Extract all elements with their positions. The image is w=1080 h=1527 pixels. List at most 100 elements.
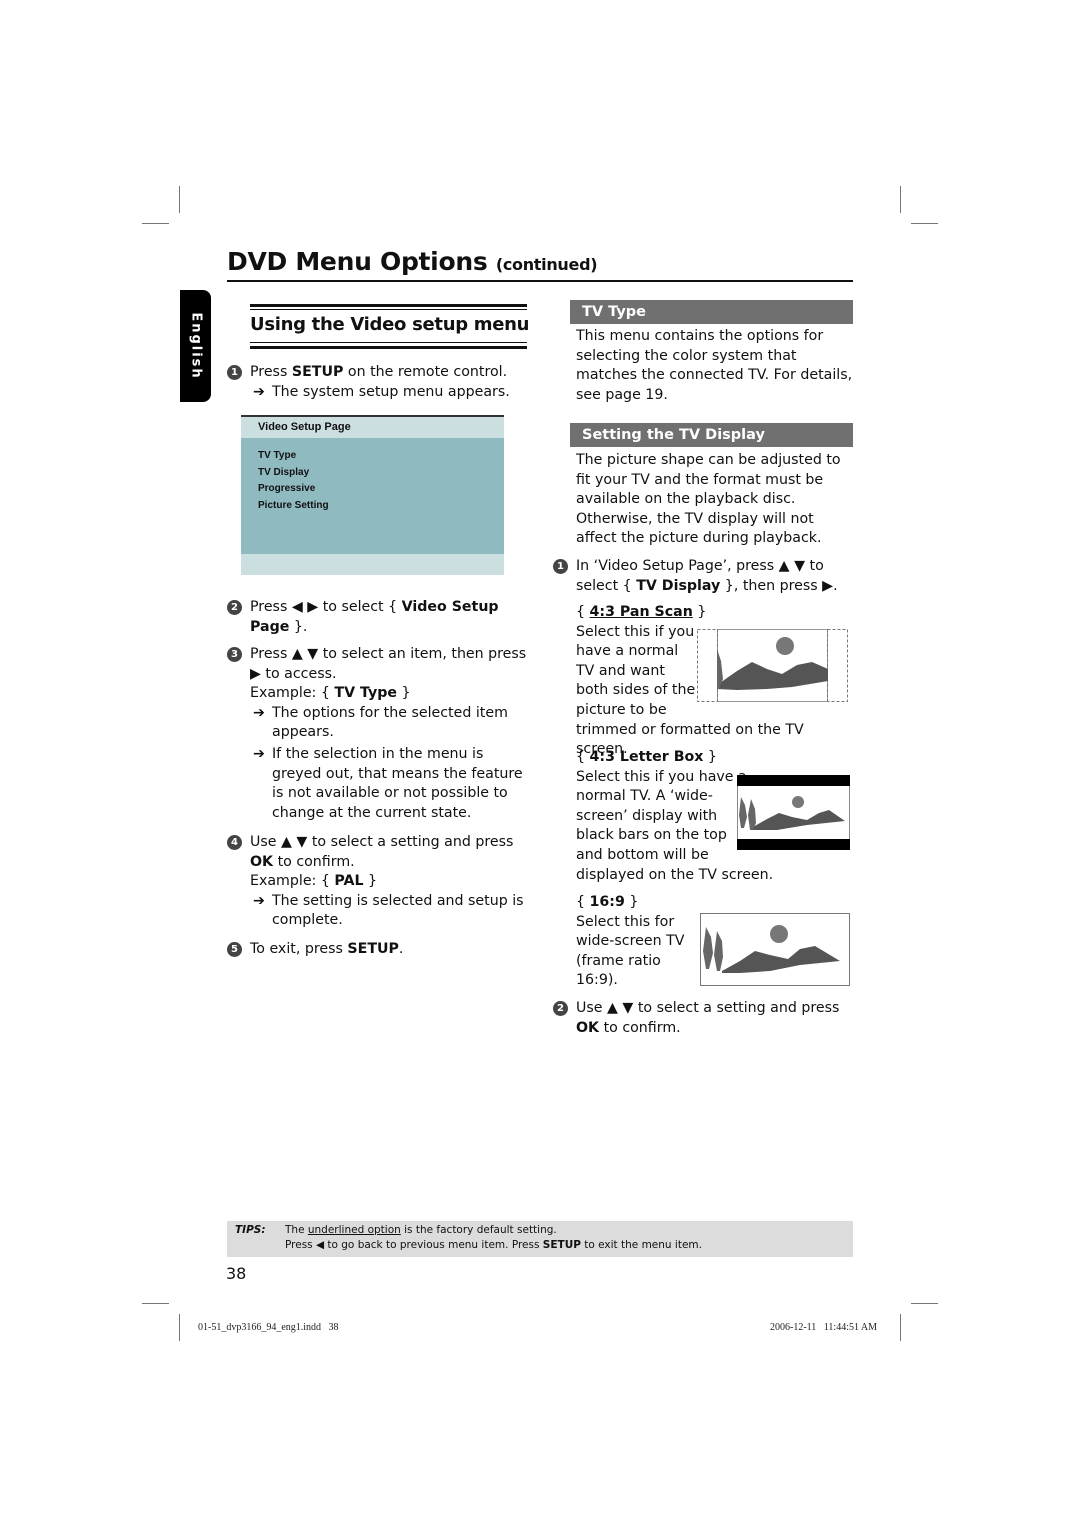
key-name: OK xyxy=(250,853,274,870)
menu-item-picture-setting: Picture Setting xyxy=(258,499,329,511)
crop-mark xyxy=(179,1314,180,1341)
menu-item-tv-type: TV Type xyxy=(258,450,297,461)
result-text: The system setup menu appears. xyxy=(272,383,510,400)
step-number-badge: 1 xyxy=(227,365,242,380)
crop-mark xyxy=(142,223,169,224)
brace: } xyxy=(692,604,707,620)
option-label: 16:9 xyxy=(589,894,625,910)
tv-display-body: The picture shape can be adjusted to fit… xyxy=(576,452,841,547)
black-bar-bottom xyxy=(737,839,850,850)
step-text: Press ◀ ▶ to select { xyxy=(250,599,402,615)
result-line: ➔ The system setup menu appears. xyxy=(250,383,527,403)
page-number: 38 xyxy=(226,1264,247,1283)
pan-scan-illustration xyxy=(697,629,848,702)
tv-display-heading: Setting the TV Display xyxy=(570,423,853,447)
black-bar-top xyxy=(737,775,850,786)
arrow-right-icon: ➔ xyxy=(253,704,265,721)
step-number-badge: 2 xyxy=(227,600,242,615)
brace: { xyxy=(576,749,590,765)
title-underline xyxy=(227,280,853,282)
crop-mark xyxy=(900,1314,901,1341)
arrow-right-icon: ➔ xyxy=(253,745,265,762)
tv-display-step-1: 1 In ‘Video Setup Page’, press ▲ ▼ to se… xyxy=(553,557,853,596)
brace: } xyxy=(624,894,639,910)
mountains-icon xyxy=(717,662,828,690)
key-name: OK xyxy=(576,1019,600,1036)
step-text: Press ▲ ▼ to select an item, then press xyxy=(250,646,527,662)
menu-footer xyxy=(241,554,504,575)
section-rule-bottom xyxy=(250,346,527,349)
menu-name: Video Setup xyxy=(401,599,499,615)
step-4: 4 Use ▲ ▼ to select a setting and press … xyxy=(227,833,527,931)
step-number-badge: 5 xyxy=(227,942,242,957)
menu-name: TV Display xyxy=(636,577,721,594)
arrow-right-icon: ➔ xyxy=(253,892,265,909)
brace: } xyxy=(703,749,717,765)
result-text: The setting is selected and setup is com… xyxy=(272,892,524,929)
crop-mark xyxy=(142,1303,169,1304)
result-line: ➔ The options for the selected item appea… xyxy=(250,704,527,743)
step-text: To exit, press xyxy=(250,941,348,957)
crop-mark xyxy=(911,223,938,224)
print-timestamp: 2006-12-11 11:44:51 AM xyxy=(770,1322,878,1333)
step-number-badge: 1 xyxy=(553,559,568,574)
video-setup-menu-screenshot: Video Setup Page TV Type TV Display Prog… xyxy=(241,415,504,577)
tips-line-1: The underlined option is the factory def… xyxy=(285,1224,557,1236)
section-rule-top-thin xyxy=(250,309,527,310)
tips-box: TIPS: The underlined option is the facto… xyxy=(227,1221,853,1257)
crop-mark xyxy=(900,186,901,213)
menu-item-tv-display: TV Display xyxy=(258,466,310,478)
step-number-badge: 4 xyxy=(227,835,242,850)
step-text: Use ▲ ▼ to select a setting and press xyxy=(250,834,514,850)
step-5: 5 To exit, press SETUP. xyxy=(227,940,527,960)
tv-type-body: This menu contains the options for selec… xyxy=(576,328,853,403)
sun-icon xyxy=(792,796,804,808)
option-desc: picture to be xyxy=(576,701,667,718)
option-desc: displayed on the TV screen. xyxy=(576,866,774,883)
option-label: 4:3 Letter Box xyxy=(589,749,704,765)
step-1: 1 Press SETUP on the remote control. ➔ Th… xyxy=(227,363,527,402)
example-value: PAL xyxy=(334,873,364,890)
brace: { xyxy=(576,894,590,910)
example-label: Example: { xyxy=(250,873,335,890)
step-text: to confirm. xyxy=(599,1019,681,1036)
file-slug: 01-51_dvp3166_94_eng1.indd 38 xyxy=(198,1322,339,1333)
step-3: 3 Press ▲ ▼ to select an item, then pres… xyxy=(227,645,527,823)
menu-name: Page xyxy=(250,618,290,635)
tips-text: The xyxy=(285,1224,308,1236)
language-tab-label: English xyxy=(188,312,203,380)
step-text: Press xyxy=(250,364,292,380)
step-text: }, then press ▶. xyxy=(720,577,838,594)
result-text: The options for the selected item appear… xyxy=(272,704,508,741)
example-label: } xyxy=(363,873,378,890)
underlined-option-example: underlined option xyxy=(307,1224,401,1236)
tv-type-heading: TV Type xyxy=(570,300,853,324)
crop-mark xyxy=(911,1303,938,1304)
brace: { xyxy=(576,604,590,620)
example-label: } xyxy=(397,685,411,702)
tips-text: Press ◀ to go back to previous menu item… xyxy=(285,1239,543,1251)
step-text: }. xyxy=(289,618,308,635)
menu-body: TV Type TV Display Progressive Picture S… xyxy=(241,438,504,554)
key-name: SETUP xyxy=(542,1239,581,1251)
widescreen-illustration xyxy=(700,913,850,986)
step-text: In ‘Video Setup Page’, press ▲ ▼ to xyxy=(576,558,824,574)
page-title: DVD Menu Options (continued) xyxy=(227,247,598,276)
step-text: to confirm. xyxy=(273,853,355,870)
step-2: 2 Press ◀ ▶ to select { Video Setup Page… xyxy=(227,598,527,637)
step-text: ▶ to access. xyxy=(250,665,337,682)
option-label-default: 4:3 Pan Scan xyxy=(589,604,693,620)
tips-text: is the factory default setting. xyxy=(400,1224,557,1236)
example-value: TV Type xyxy=(334,685,398,702)
result-text: If the selection in the menu is greyed o… xyxy=(272,745,523,821)
step-text: Use ▲ ▼ to select a setting and press xyxy=(576,1000,840,1016)
sun-icon xyxy=(776,637,794,655)
page-title-text: DVD Menu Options xyxy=(227,247,488,276)
section-rule-top xyxy=(250,304,527,307)
section-rule-bottom-thin xyxy=(250,342,527,343)
step-number-badge: 2 xyxy=(553,1001,568,1016)
key-name: SETUP xyxy=(291,364,344,380)
menu-item-progressive: Progressive xyxy=(258,483,316,494)
step-text: select { xyxy=(576,577,637,594)
result-line: ➔ If the selection in the menu is greyed … xyxy=(250,745,527,823)
